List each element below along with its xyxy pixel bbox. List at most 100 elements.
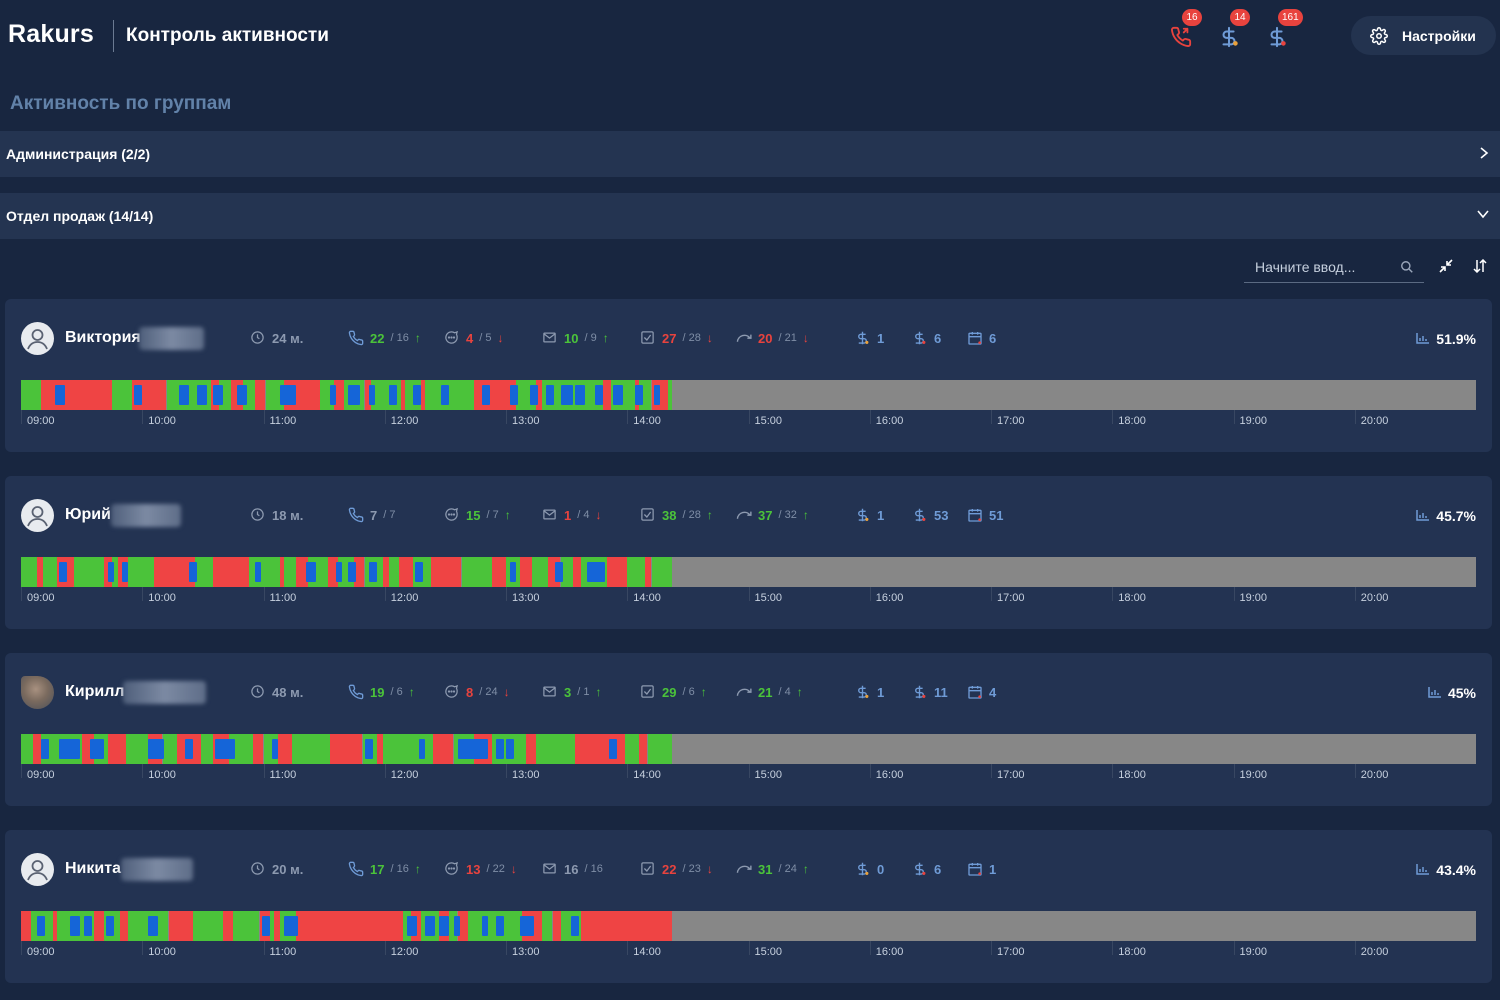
timeline-segment[interactable] [330,734,363,764]
followups-stat[interactable]: 21 / 4 ↑ [736,684,803,700]
call-mark[interactable] [148,739,165,759]
avatar[interactable] [21,676,54,709]
timeline-segment[interactable] [192,911,224,941]
brand-logo[interactable]: Rakurs [8,20,94,49]
timeline-segment[interactable] [552,911,561,941]
timeline-segment[interactable] [625,734,640,764]
call-mark[interactable] [453,916,460,936]
timeline-segment[interactable] [21,380,42,410]
activity-timeline[interactable] [21,557,1476,587]
call-mark[interactable] [122,562,129,582]
timeline-segment[interactable] [120,911,129,941]
call-mark[interactable] [283,916,298,936]
avatar[interactable] [21,499,54,532]
emails-stat[interactable]: 3 / 1 ↑ [542,684,601,700]
calls-notification-button[interactable]: 16 [1170,9,1202,52]
chats-stat[interactable]: 13 / 22 ↓ [444,861,517,877]
timeline-segment[interactable] [200,734,213,764]
timeline-segment[interactable] [627,557,646,587]
collapse-icon[interactable] [1439,259,1453,273]
call-mark[interactable] [348,385,361,405]
call-mark[interactable] [213,385,224,405]
timeline-segment[interactable] [33,734,42,764]
call-mark[interactable] [413,385,422,405]
tasks-stat[interactable]: 29 / 6 ↑ [640,684,707,700]
user-card[interactable]: Виктория 24 м. 22 / 16 ↑ 4 / 5 ↓ 10 / 9 … [5,299,1492,452]
call-mark[interactable] [419,739,426,759]
timeline-segment[interactable] [605,911,672,941]
timeline-segment[interactable] [461,557,492,587]
call-mark[interactable] [330,385,337,405]
timeline-segment[interactable] [168,911,193,941]
call-mark[interactable] [481,385,490,405]
timeline-segment[interactable] [21,911,32,941]
call-mark[interactable] [134,385,143,405]
timeline-segment[interactable] [295,911,403,941]
user-name[interactable]: Юрий [65,506,111,524]
timeline-segment[interactable] [277,734,292,764]
deals-a-stat[interactable]: 1 [855,684,884,700]
avatar[interactable] [21,322,54,355]
timeline-segment[interactable] [526,734,537,764]
timeline-segment[interactable] [667,380,672,410]
search-input[interactable] [1244,252,1394,282]
timeline-segment[interactable] [647,734,672,764]
timeline-segment[interactable] [225,557,250,587]
meetings-stat[interactable]: 1 [967,861,996,877]
call-mark[interactable] [55,385,66,405]
call-mark[interactable] [407,916,418,936]
call-mark[interactable] [105,916,114,936]
call-mark[interactable] [586,562,605,582]
call-mark[interactable] [279,385,296,405]
timeline-segment[interactable] [283,557,296,587]
call-mark[interactable] [148,916,159,936]
user-name[interactable]: Виктория [65,329,141,347]
timeline-segment[interactable] [291,734,331,764]
call-mark[interactable] [368,385,375,405]
call-mark[interactable] [41,739,50,759]
timeline-segment[interactable] [532,557,549,587]
call-mark[interactable] [439,916,450,936]
call-mark[interactable] [89,739,104,759]
call-mark[interactable] [271,739,278,759]
meetings-stat[interactable]: 4 [967,684,996,700]
tasks-stat[interactable]: 22 / 23 ↓ [640,861,713,877]
deals-a-stat[interactable]: 0 [855,861,884,877]
deals-b-stat[interactable]: 53 [912,507,948,523]
timeline-segment[interactable] [607,557,628,587]
call-mark[interactable] [570,916,579,936]
user-name[interactable]: Кирилл [65,683,125,701]
call-mark[interactable] [635,385,644,405]
payments-notification-button[interactable]: 161 [1266,9,1303,52]
user-card[interactable]: Кирилл 48 м. 19 / 6 ↑ 8 / 24 ↓ 3 / 1 ↑ 2… [5,653,1492,806]
call-mark[interactable] [184,739,193,759]
search-icon[interactable] [1400,260,1414,274]
activity-timeline[interactable] [21,734,1476,764]
timeline-segment[interactable] [21,557,38,587]
deals-a-stat[interactable]: 1 [855,507,884,523]
timeline-segment[interactable] [542,911,553,941]
meetings-stat[interactable]: 51 [967,507,1003,523]
call-mark[interactable] [560,385,573,405]
timeline-segment[interactable] [580,911,606,941]
call-mark[interactable] [574,385,585,405]
timeline-segment[interactable] [388,557,399,587]
call-mark[interactable] [495,739,504,759]
activity-timeline[interactable] [21,911,1476,941]
timeline-segment[interactable] [467,911,523,941]
timeline-segment[interactable] [73,557,104,587]
call-mark[interactable] [415,562,424,582]
timeline-segment[interactable] [536,734,575,764]
chats-stat[interactable]: 8 / 24 ↓ [444,684,510,700]
timeline-segment[interactable] [572,557,581,587]
call-mark[interactable] [425,916,436,936]
settings-button[interactable]: Настройки [1351,16,1496,55]
avatar[interactable] [21,853,54,886]
call-mark[interactable] [520,916,535,936]
call-mark[interactable] [368,562,377,582]
call-mark[interactable] [59,562,68,582]
emails-stat[interactable]: 1 / 4 ↓ [542,507,601,523]
timeline-segment[interactable] [253,734,264,764]
call-mark[interactable] [457,739,488,759]
group-row-administration[interactable]: Администрация (2/2) [0,131,1500,177]
